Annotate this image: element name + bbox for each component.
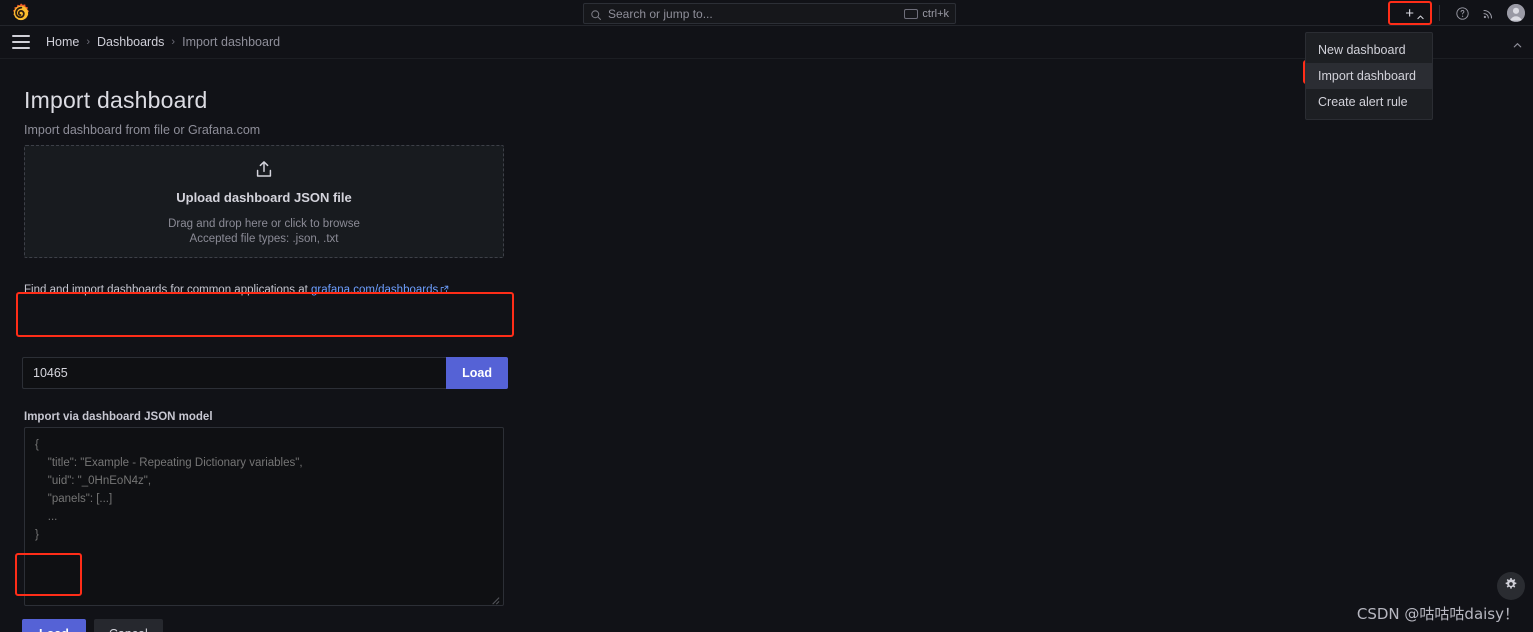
breadcrumb-separator: › bbox=[171, 36, 176, 48]
grafana-dashboards-link[interactable]: grafana.com/dashboards bbox=[311, 284, 438, 296]
breadcrumb-item-home[interactable]: Home bbox=[46, 35, 79, 49]
breadcrumb: Home › Dashboards › Import dashboard bbox=[46, 35, 280, 49]
cancel-button[interactable]: Cancel bbox=[93, 619, 163, 632]
top-navigation-bar: Search or jump to... ctrl+k + bbox=[0, 0, 1533, 26]
form-actions: Load Cancel bbox=[22, 619, 163, 632]
breadcrumb-bar: Home › Dashboards › Import dashboard bbox=[0, 26, 1533, 59]
annotation-box-url-input bbox=[16, 292, 514, 337]
menu-item-new-dashboard[interactable]: New dashboard bbox=[1306, 37, 1432, 63]
search-shortcut-label: ctrl+k bbox=[922, 7, 949, 20]
dropzone-hint: Drag and drop here or click to browse bbox=[168, 217, 360, 230]
search-icon bbox=[590, 8, 602, 20]
search-placeholder: Search or jump to... bbox=[608, 6, 713, 21]
toolbar-divider bbox=[1439, 5, 1440, 21]
url-import-row: Load bbox=[22, 357, 508, 389]
dashboard-json-textarea[interactable] bbox=[24, 427, 504, 606]
load-button[interactable]: Load bbox=[22, 619, 86, 632]
search-shortcut-hint: ctrl+k bbox=[904, 8, 949, 20]
menu-item-label: Import dashboard bbox=[1318, 69, 1416, 83]
search-input[interactable]: Search or jump to... ctrl+k bbox=[583, 3, 956, 24]
create-menu-collapse-icon[interactable] bbox=[1512, 38, 1523, 49]
grafana-logo-icon[interactable] bbox=[10, 2, 32, 24]
hamburger-menu-icon[interactable] bbox=[12, 35, 30, 49]
json-model-label: Import via dashboard JSON model bbox=[24, 411, 213, 423]
menu-item-label: Create alert rule bbox=[1318, 95, 1408, 109]
dropzone-filetypes: Accepted file types: .json, .txt bbox=[189, 232, 339, 245]
top-right-actions: + bbox=[1400, 0, 1525, 26]
gear-icon bbox=[1504, 577, 1518, 596]
dashboard-url-input[interactable] bbox=[22, 357, 447, 389]
menu-item-label: New dashboard bbox=[1318, 43, 1406, 57]
menu-item-create-alert-rule[interactable]: Create alert rule bbox=[1306, 89, 1432, 115]
load-url-button[interactable]: Load bbox=[446, 357, 508, 389]
create-dropdown-menu: New dashboard Import dashboard Create al… bbox=[1305, 32, 1433, 120]
avatar[interactable] bbox=[1507, 4, 1525, 22]
import-dashboard-page: Import dashboard Import dashboard from f… bbox=[0, 59, 1533, 632]
url-import-label-text: Find and import dashboards for common ap… bbox=[24, 284, 312, 296]
upload-icon bbox=[253, 159, 275, 181]
menu-item-import-dashboard[interactable]: Import dashboard bbox=[1306, 63, 1432, 89]
dropzone-title: Upload dashboard JSON file bbox=[176, 189, 352, 205]
url-import-label: Find and import dashboards for common ap… bbox=[24, 284, 449, 296]
watermark: CSDN @咕咕咕daisy！ bbox=[1356, 605, 1519, 623]
chevron-up-icon bbox=[1416, 9, 1425, 19]
settings-fab[interactable] bbox=[1497, 572, 1525, 600]
help-circle-icon[interactable] bbox=[1449, 0, 1475, 26]
breadcrumb-item-dashboards[interactable]: Dashboards bbox=[97, 35, 164, 49]
breadcrumb-separator: › bbox=[86, 36, 91, 48]
plus-icon: + bbox=[1405, 4, 1414, 22]
keyboard-icon bbox=[904, 8, 919, 19]
external-link-icon bbox=[440, 285, 449, 294]
page-subtitle: Import dashboard from file or Grafana.co… bbox=[24, 123, 261, 137]
create-menu-button[interactable]: + bbox=[1400, 3, 1430, 23]
upload-dropzone[interactable]: Upload dashboard JSON file Drag and drop… bbox=[24, 145, 504, 258]
rss-icon[interactable] bbox=[1475, 0, 1501, 26]
breadcrumb-item-current: Import dashboard bbox=[182, 35, 281, 49]
